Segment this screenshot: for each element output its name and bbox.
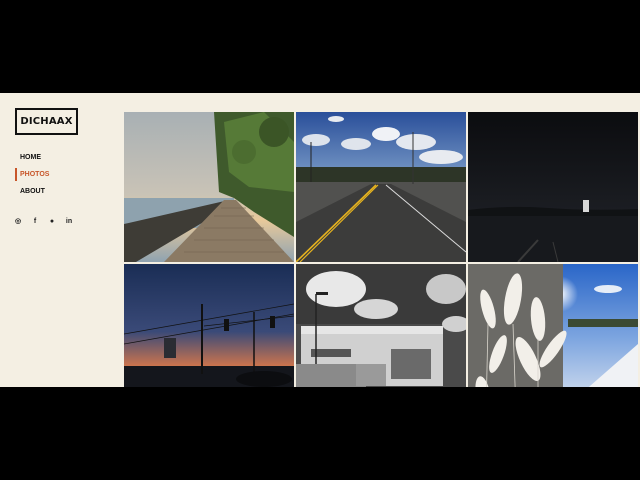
frosted-grass-photo (468, 264, 638, 387)
photo-tile[interactable] (296, 112, 466, 262)
app-window: DICHAAX HOME PHOTOS ABOUT ◎ f ● in (0, 93, 640, 387)
photo-tile[interactable] (468, 264, 638, 387)
nav-item-home[interactable]: HOME (15, 149, 49, 166)
sunset-powerlines-photo (124, 264, 294, 387)
social-links: ◎ f ● in (14, 218, 73, 226)
facebook-icon[interactable]: f (31, 218, 39, 226)
road-photo (296, 112, 466, 262)
github-icon[interactable]: ● (48, 218, 56, 226)
photo-tile[interactable] (124, 264, 294, 387)
main-nav: HOME PHOTOS ABOUT (15, 149, 49, 200)
night-lake-photo (468, 112, 638, 262)
nav-item-photos[interactable]: PHOTOS (15, 166, 49, 183)
instagram-icon[interactable]: ◎ (14, 218, 22, 226)
site-logo[interactable]: DICHAAX (15, 108, 78, 135)
boardwalk-photo (124, 112, 294, 262)
linkedin-icon[interactable]: in (65, 218, 73, 226)
photo-tile[interactable] (124, 112, 294, 262)
photo-tile[interactable] (296, 264, 466, 387)
sidebar: DICHAAX HOME PHOTOS ABOUT ◎ f ● in (0, 93, 124, 387)
photo-grid (124, 112, 638, 387)
nav-item-about[interactable]: ABOUT (15, 183, 49, 200)
photo-tile[interactable] (468, 112, 638, 262)
bw-building-photo (296, 264, 466, 387)
